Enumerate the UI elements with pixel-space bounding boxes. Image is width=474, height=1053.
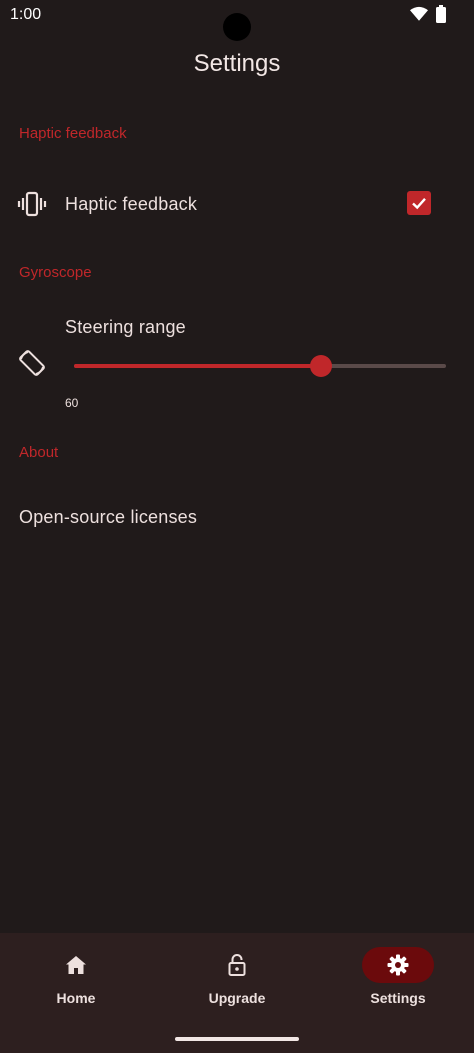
section-header-gyroscope: Gyroscope <box>19 264 92 281</box>
open-source-licenses-item[interactable]: Open-source licenses <box>19 507 197 528</box>
screen-rotation-icon <box>17 348 47 378</box>
page-title: Settings <box>193 50 281 77</box>
slider-active-track <box>74 364 321 368</box>
battery-icon <box>436 5 446 28</box>
haptic-feedback-label: Haptic feedback <box>65 194 198 214</box>
bottom-navigation: Home Upgrade Settings <box>0 933 474 1053</box>
home-indicator <box>175 1037 299 1041</box>
nav-item-home[interactable]: Home <box>16 947 136 1006</box>
status-bar: 1:00 <box>0 0 474 41</box>
lock-icon <box>228 954 246 976</box>
home-icon <box>66 956 86 974</box>
camera-cutout <box>223 13 251 41</box>
nav-pill-settings <box>362 947 434 983</box>
nav-label-home: Home <box>56 990 96 1006</box>
nav-pill-home <box>40 947 112 983</box>
status-icons <box>410 5 446 28</box>
nav-label-upgrade: Upgrade <box>208 990 266 1006</box>
steering-range-label: Steering range <box>65 317 186 337</box>
vibration-icon <box>17 189 47 219</box>
steering-range-slider[interactable] <box>74 355 446 377</box>
nav-item-settings[interactable]: Settings <box>338 947 458 1006</box>
nav-item-upgrade[interactable]: Upgrade <box>177 947 297 1006</box>
nav-pill-upgrade <box>201 947 273 983</box>
section-header-about: About <box>19 444 59 461</box>
steering-range-value: 60 <box>65 396 79 410</box>
status-time: 1:00 <box>10 6 42 23</box>
check-icon <box>412 197 426 210</box>
nav-label-settings: Settings <box>370 990 426 1006</box>
wifi-icon <box>410 6 428 27</box>
slider-thumb[interactable] <box>310 355 332 377</box>
gear-icon <box>387 954 409 976</box>
haptic-feedback-checkbox[interactable] <box>407 191 431 215</box>
steering-range-row: Steering range 60 <box>0 305 474 420</box>
haptic-feedback-row[interactable]: Haptic feedback <box>0 180 474 228</box>
section-header-haptic: Haptic feedback <box>19 125 127 142</box>
